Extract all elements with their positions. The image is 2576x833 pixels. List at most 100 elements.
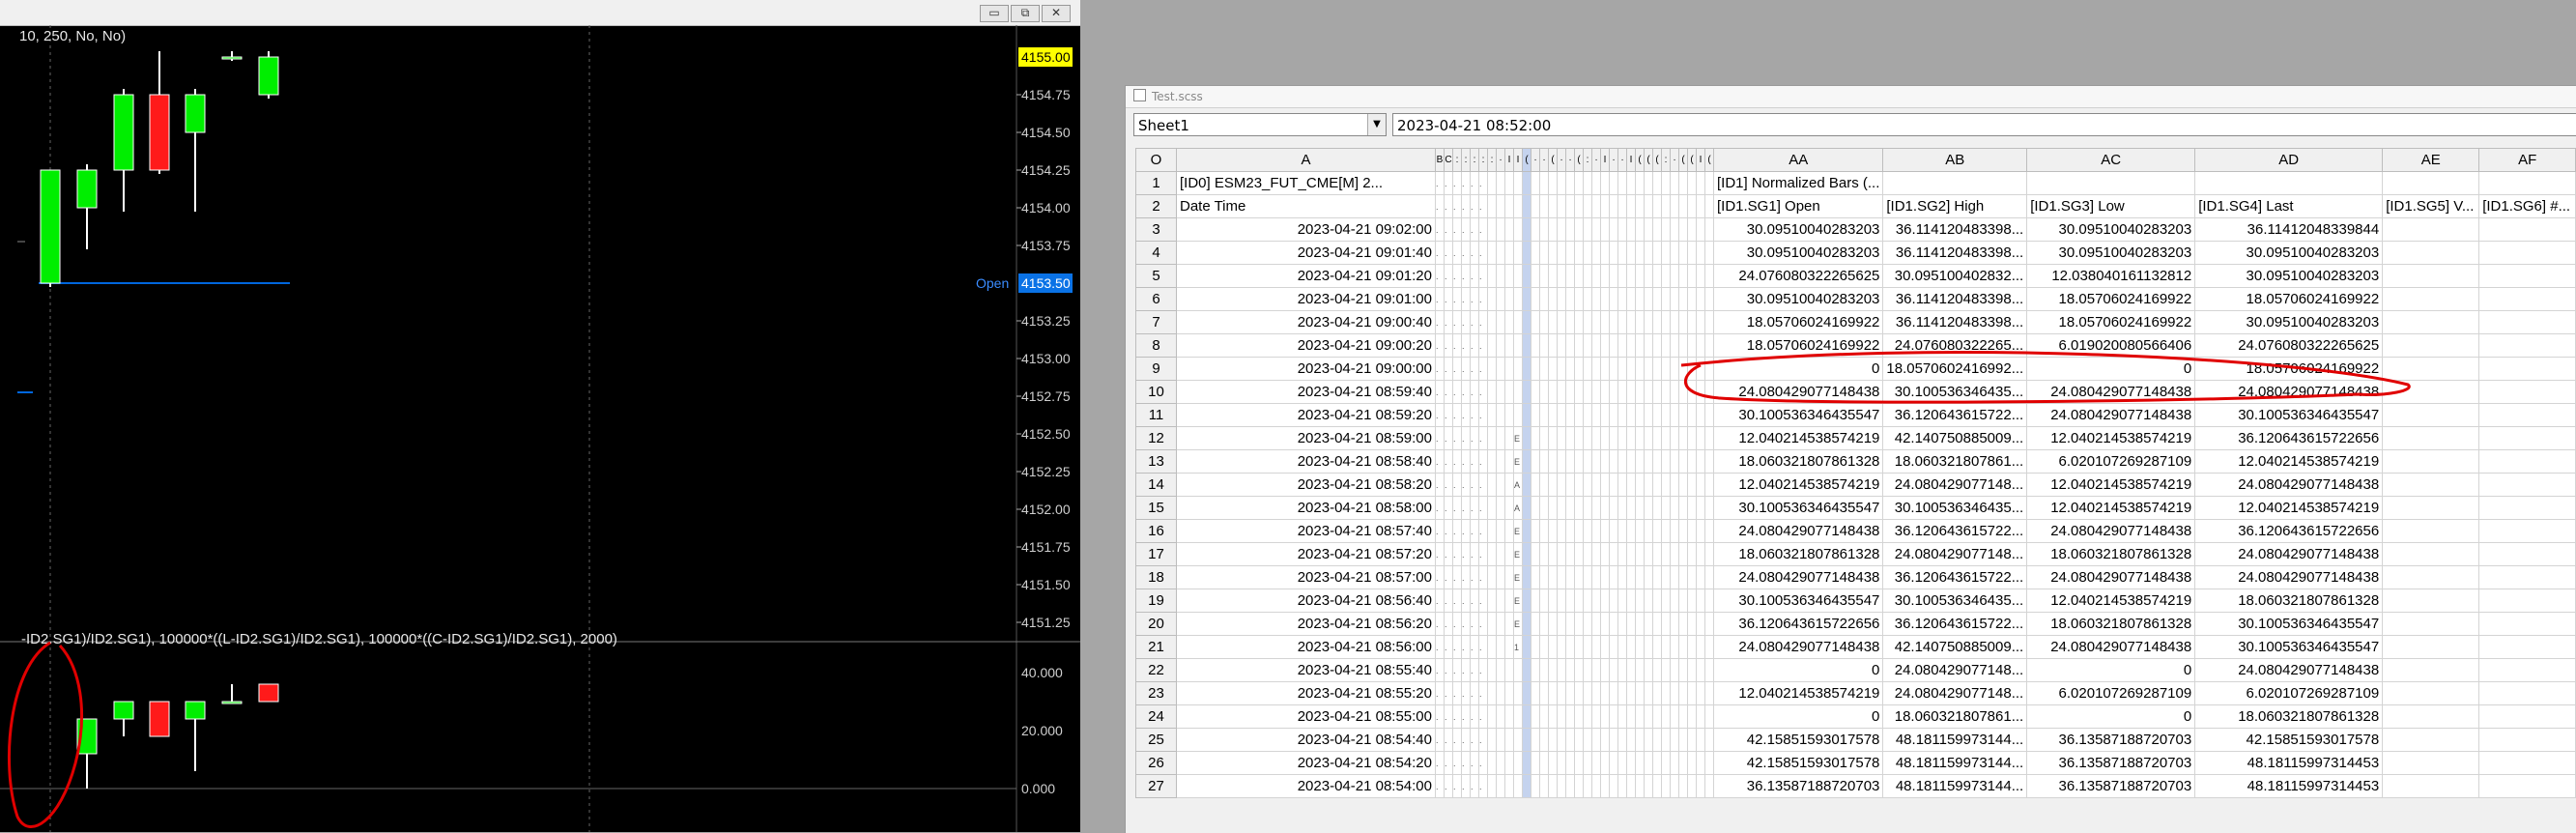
- narrow-cell[interactable]: [1539, 171, 1549, 195]
- cell-open[interactable]: 24.076080322265625: [1712, 264, 1884, 288]
- narrow-cell[interactable]: .: [1470, 565, 1479, 589]
- narrow-cell[interactable]: .: [1452, 380, 1462, 404]
- narrow-cell[interactable]: [1574, 658, 1584, 682]
- narrow-cell[interactable]: [1522, 333, 1531, 358]
- narrow-cell[interactable]: A: [1513, 496, 1523, 520]
- narrow-cell[interactable]: .: [1478, 217, 1488, 242]
- narrow-cell[interactable]: .: [1444, 403, 1453, 427]
- narrow-cell[interactable]: .: [1444, 357, 1453, 381]
- narrow-cell[interactable]: [1609, 403, 1618, 427]
- cell-volume[interactable]: [2382, 704, 2480, 729]
- narrow-cell[interactable]: .: [1461, 473, 1471, 497]
- narrow-cell[interactable]: [1574, 287, 1584, 311]
- narrow-cell[interactable]: [1496, 264, 1505, 288]
- narrow-cell[interactable]: [1626, 496, 1636, 520]
- narrow-cell[interactable]: [1600, 241, 1610, 265]
- narrow-cell[interactable]: .: [1452, 449, 1462, 474]
- narrow-cell[interactable]: [1626, 310, 1636, 334]
- narrow-cell[interactable]: .: [1478, 635, 1488, 659]
- narrow-cell[interactable]: [1600, 194, 1610, 218]
- cell-low[interactable]: 0: [2026, 704, 2196, 729]
- cell-datetime[interactable]: 2023-04-21 08:54:00: [1176, 774, 1436, 798]
- narrow-cell[interactable]: [1574, 241, 1584, 265]
- cell-volume[interactable]: [2382, 728, 2480, 752]
- narrow-cell[interactable]: .: [1461, 612, 1471, 636]
- narrow-cell[interactable]: [1704, 496, 1714, 520]
- narrow-cell[interactable]: .: [1435, 287, 1445, 311]
- narrow-cell[interactable]: .: [1444, 589, 1453, 613]
- narrow-cell[interactable]: [1661, 774, 1671, 798]
- narrow-cell[interactable]: [1531, 728, 1540, 752]
- narrow-cell[interactable]: [1617, 612, 1627, 636]
- narrow-cell[interactable]: [1504, 310, 1514, 334]
- narrow-cell[interactable]: [1557, 681, 1566, 705]
- narrow-cell[interactable]: [1652, 612, 1662, 636]
- column-header-narrow[interactable]: :: [1452, 148, 1462, 172]
- narrow-cell[interactable]: [1696, 496, 1705, 520]
- narrow-cell[interactable]: [1670, 287, 1679, 311]
- narrow-cell[interactable]: .: [1470, 589, 1479, 613]
- narrow-cell[interactable]: .: [1452, 589, 1462, 613]
- cell-datetime[interactable]: 2023-04-21 08:55:20: [1176, 681, 1436, 705]
- narrow-cell[interactable]: [1670, 426, 1679, 450]
- narrow-cell[interactable]: [1670, 310, 1679, 334]
- narrow-cell[interactable]: [1574, 612, 1584, 636]
- narrow-cell[interactable]: [1583, 310, 1592, 334]
- narrow-cell[interactable]: [1487, 217, 1497, 242]
- narrow-cell[interactable]: [1496, 380, 1505, 404]
- narrow-cell[interactable]: [1574, 264, 1584, 288]
- narrow-cell[interactable]: [1531, 565, 1540, 589]
- narrow-cell[interactable]: [1557, 473, 1566, 497]
- narrow-cell[interactable]: [1574, 728, 1584, 752]
- select-all-corner[interactable]: O: [1135, 148, 1177, 172]
- narrow-cell[interactable]: [1531, 774, 1540, 798]
- narrow-cell[interactable]: [1696, 217, 1705, 242]
- cell-open[interactable]: 42.15851593017578: [1712, 728, 1884, 752]
- narrow-cell[interactable]: [1670, 357, 1679, 381]
- narrow-cell[interactable]: [1609, 287, 1618, 311]
- narrow-cell[interactable]: [1678, 704, 1688, 729]
- narrow-cell[interactable]: [1678, 449, 1688, 474]
- narrow-cell[interactable]: [1704, 635, 1714, 659]
- narrow-cell[interactable]: .: [1478, 473, 1488, 497]
- row-header[interactable]: 21: [1135, 635, 1177, 659]
- narrow-cell[interactable]: [1609, 426, 1618, 450]
- cell-open[interactable]: 36.120643615722656: [1712, 612, 1884, 636]
- narrow-cell[interactable]: [1678, 519, 1688, 543]
- restore-icon[interactable]: ⧉: [1011, 5, 1040, 22]
- narrow-cell[interactable]: [1557, 171, 1566, 195]
- narrow-cell[interactable]: [1617, 380, 1627, 404]
- column-header-ae[interactable]: AE: [2382, 148, 2480, 172]
- row-header[interactable]: 3: [1135, 217, 1177, 242]
- narrow-cell[interactable]: [1617, 496, 1627, 520]
- narrow-cell[interactable]: [1670, 751, 1679, 775]
- narrow-cell[interactable]: .: [1444, 380, 1453, 404]
- cell-open[interactable]: 12.040214538574219: [1712, 681, 1884, 705]
- narrow-cell[interactable]: .: [1478, 728, 1488, 752]
- narrow-cell[interactable]: E: [1513, 449, 1523, 474]
- column-header-narrow[interactable]: (: [1635, 148, 1645, 172]
- narrow-cell[interactable]: [1565, 589, 1575, 613]
- cell-volume[interactable]: [2382, 380, 2480, 404]
- row-header[interactable]: 2: [1135, 194, 1177, 218]
- narrow-cell[interactable]: [1609, 681, 1618, 705]
- narrow-cell[interactable]: [1574, 751, 1584, 775]
- cell-open[interactable]: 0: [1712, 704, 1884, 729]
- narrow-cell[interactable]: [1504, 728, 1514, 752]
- narrow-cell[interactable]: [1548, 519, 1558, 543]
- narrow-cell[interactable]: [1704, 287, 1714, 311]
- narrow-cell[interactable]: .: [1470, 217, 1479, 242]
- cell-datetime[interactable]: 2023-04-21 09:00:40: [1176, 310, 1436, 334]
- cell-ab2[interactable]: [ID1.SG2] High: [1882, 194, 2028, 218]
- narrow-cell[interactable]: [1557, 519, 1566, 543]
- narrow-cell[interactable]: [1635, 751, 1645, 775]
- cell-last[interactable]: 12.040214538574219: [2194, 449, 2384, 474]
- cell-datetime[interactable]: 2023-04-21 08:56:20: [1176, 612, 1436, 636]
- narrow-cell[interactable]: [1600, 774, 1610, 798]
- cell-low[interactable]: 0: [2026, 658, 2196, 682]
- narrow-cell[interactable]: [1565, 403, 1575, 427]
- narrow-cell[interactable]: [1704, 704, 1714, 729]
- cell-low[interactable]: 24.080429077148438: [2026, 380, 2196, 404]
- cell-ac2[interactable]: [ID1.SG3] Low: [2026, 194, 2196, 218]
- narrow-cell[interactable]: [1583, 380, 1592, 404]
